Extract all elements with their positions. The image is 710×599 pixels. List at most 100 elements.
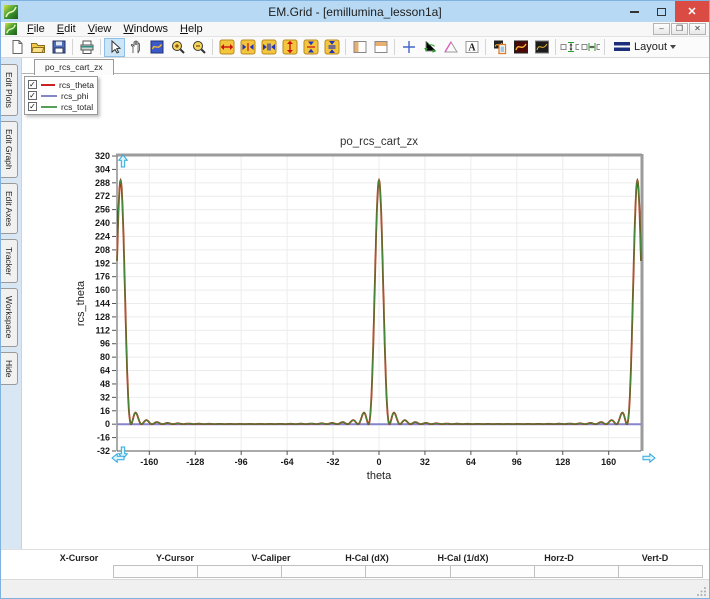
legend-row-rcs_theta: ✓ rcs_theta <box>28 79 94 90</box>
svg-text:32: 32 <box>100 392 110 402</box>
legend-row-rcs_phi: ✓ rcs_phi <box>28 90 94 101</box>
compress-horizontal-icon <box>240 39 256 55</box>
y-axis-ticks: 3203042882722562402242081921761601441281… <box>95 151 116 456</box>
mdi-restore-button[interactable]: ❐ <box>671 23 688 35</box>
readout-cells <box>113 565 703 578</box>
mdi-minimize-button[interactable]: – <box>653 23 670 35</box>
add-text-button[interactable]: A <box>461 38 482 57</box>
compress-horizontal-button[interactable] <box>237 38 258 57</box>
zoom-out-icon <box>191 39 207 55</box>
fit-horizontal-button[interactable] <box>258 38 279 57</box>
svg-text:160: 160 <box>601 457 616 467</box>
fit-vertical-icon <box>324 39 340 55</box>
zoom-region-button[interactable] <box>146 38 167 57</box>
menu-file[interactable]: File <box>21 23 51 35</box>
graph-canvas[interactable]: -160-128-96-64-3203264961281603203042882… <box>22 74 709 549</box>
vertical-spacing-button[interactable] <box>559 38 580 57</box>
minimize-button[interactable] <box>621 1 648 22</box>
tracker-axes-icon <box>422 39 438 55</box>
save-button[interactable] <box>48 38 69 57</box>
expand-vertical-button[interactable] <box>279 38 300 57</box>
readout-col-v-caliper: V-Caliper <box>223 553 319 563</box>
split-left-panel-button[interactable] <box>349 38 370 57</box>
svg-text:176: 176 <box>95 272 110 282</box>
resize-grip-icon[interactable] <box>697 586 707 596</box>
document-tab[interactable]: po_rcs_cart_zx <box>34 59 114 75</box>
app-logo-icon <box>4 5 18 19</box>
copy-plot-button[interactable] <box>489 38 510 57</box>
split-top-panel-icon <box>373 39 389 55</box>
readout-col-h-cal-1-dx-: H-Cal (1/dX) <box>415 553 511 563</box>
pan-tool-button[interactable] <box>125 38 146 57</box>
close-button[interactable]: ✕ <box>675 1 709 22</box>
print-button[interactable] <box>76 38 97 57</box>
axis-handle-right[interactable] <box>643 454 655 462</box>
svg-text:96: 96 <box>100 339 110 349</box>
expand-horizontal-button[interactable] <box>216 38 237 57</box>
menu-bar: FileEditViewWindowsHelp – ❐ ✕ <box>1 22 709 37</box>
svg-text:64: 64 <box>100 366 110 376</box>
new-file-icon <box>9 39 25 55</box>
legend-label: rcs_theta <box>59 80 94 90</box>
document-tabstrip: po_rcs_cart_zx <box>22 58 709 74</box>
menu-windows[interactable]: Windows <box>117 23 174 35</box>
legend-label: rcs_phi <box>61 91 88 101</box>
maximize-button[interactable] <box>648 1 675 22</box>
delta-marker-button[interactable] <box>440 38 461 57</box>
zoom-in-button[interactable] <box>167 38 188 57</box>
zoom-in-icon <box>170 39 186 55</box>
new-file-button[interactable] <box>6 38 27 57</box>
crosshair-cursor-button[interactable] <box>398 38 419 57</box>
fit-horizontal-icon <box>261 39 277 55</box>
expand-vertical-icon <box>282 39 298 55</box>
svg-text:-96: -96 <box>235 457 248 467</box>
legend-row-rcs_total: ✓ rcs_total <box>28 101 94 112</box>
pointer-tool-button[interactable] <box>104 38 125 57</box>
legend-checkbox-rcs_total[interactable]: ✓ <box>28 102 37 111</box>
tracker-axes-button[interactable] <box>419 38 440 57</box>
dock-tab-edit-plots[interactable]: Edit Plots <box>1 64 18 116</box>
svg-text:192: 192 <box>95 258 110 268</box>
dock-tab-edit-graph[interactable]: Edit Graph <box>1 121 18 178</box>
plot-area[interactable]: -160-128-96-64-3203264961281603203042882… <box>22 74 708 548</box>
dock-tab-workspace[interactable]: Workspace <box>1 288 18 346</box>
svg-text:0: 0 <box>376 457 381 467</box>
svg-text:80: 80 <box>100 352 110 362</box>
copy-plot-icon <box>492 39 508 55</box>
vertical-spacing-icon <box>560 39 579 55</box>
svg-text:144: 144 <box>95 299 110 309</box>
legend-checkbox-rcs_phi[interactable]: ✓ <box>28 91 37 100</box>
mdi-close-button[interactable]: ✕ <box>689 23 706 35</box>
axis-handle-top[interactable] <box>119 155 127 167</box>
open-file-button[interactable] <box>27 38 48 57</box>
svg-text:A: A <box>468 43 476 54</box>
svg-text:-16: -16 <box>97 433 110 443</box>
svg-text:256: 256 <box>95 205 110 215</box>
svg-text:0: 0 <box>105 419 110 429</box>
y-axis-label: rcs_theta <box>75 280 87 326</box>
fit-vertical-button[interactable] <box>321 38 342 57</box>
dock-tab-tracker[interactable]: Tracker <box>1 239 18 284</box>
dock-tab-hide[interactable]: Hide <box>1 352 18 385</box>
svg-text:160: 160 <box>95 285 110 295</box>
readout-value-cell <box>198 565 282 578</box>
svg-text:96: 96 <box>512 457 522 467</box>
pointer-icon <box>107 39 123 55</box>
legend-label: rcs_total <box>61 102 93 112</box>
menu-edit[interactable]: Edit <box>51 23 82 35</box>
legend-checkbox-rcs_theta[interactable]: ✓ <box>28 80 37 89</box>
plot-style-dark-button[interactable] <box>531 38 552 57</box>
split-top-panel-button[interactable] <box>370 38 391 57</box>
menu-items: FileEditViewWindowsHelp <box>21 23 209 35</box>
horizontal-spacing-button[interactable] <box>580 38 601 57</box>
open-folder-icon <box>30 39 46 55</box>
readout-col-y-cursor: Y-Cursor <box>127 553 223 563</box>
compress-vertical-button[interactable] <box>300 38 321 57</box>
main-toolbar: A Layout <box>1 37 709 58</box>
plot-style-dark-red-button[interactable] <box>510 38 531 57</box>
menu-help[interactable]: Help <box>174 23 209 35</box>
zoom-out-button[interactable] <box>188 38 209 57</box>
menu-view[interactable]: View <box>82 23 118 35</box>
dock-tab-edit-axes[interactable]: Edit Axes <box>1 183 18 234</box>
layout-button[interactable]: Layout <box>608 38 681 57</box>
